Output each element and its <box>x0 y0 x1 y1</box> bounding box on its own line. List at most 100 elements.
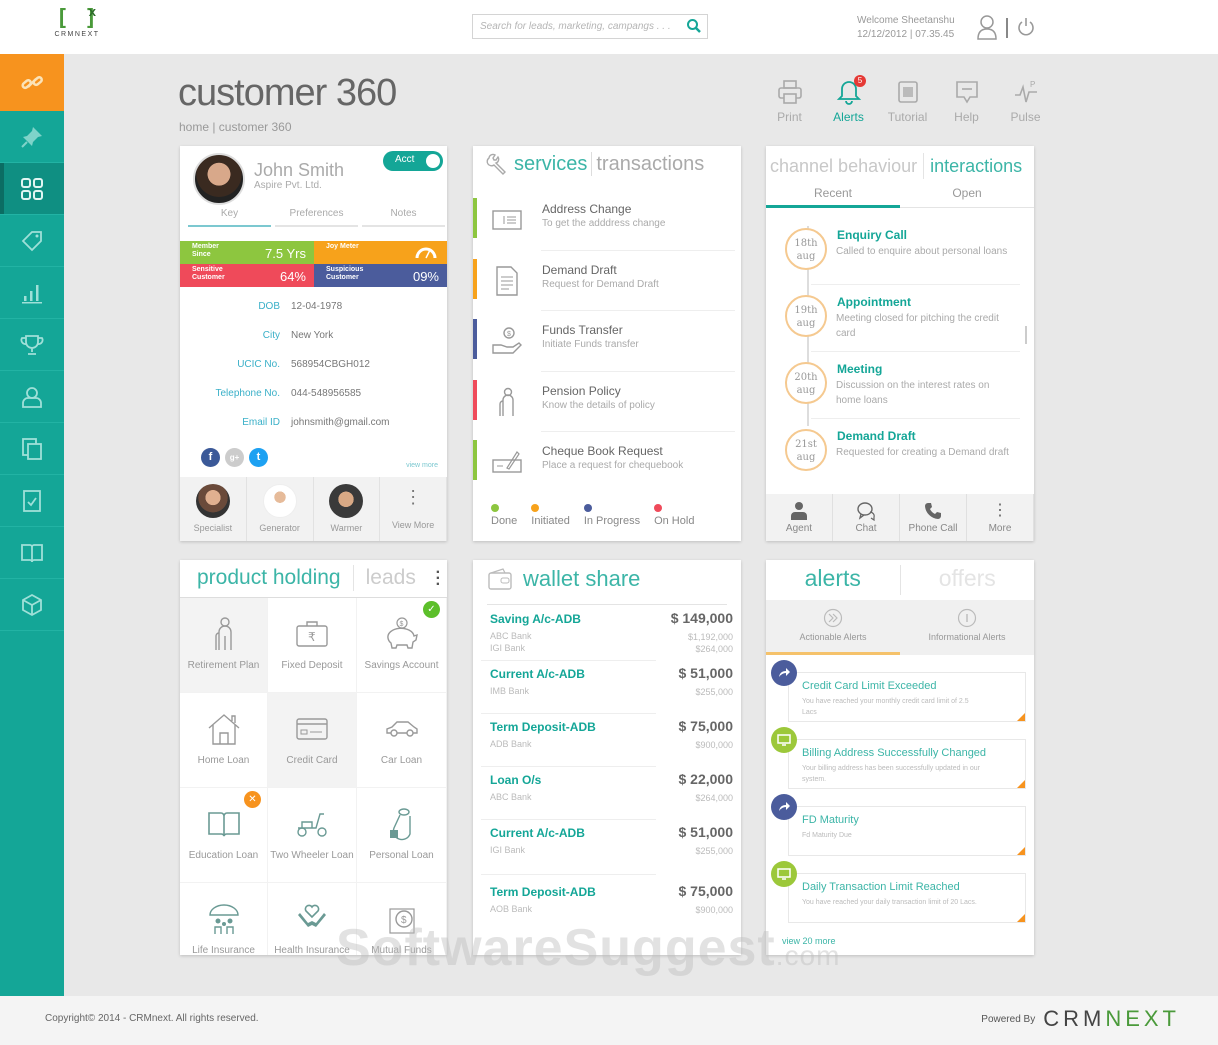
tab-informational-alerts[interactable]: Informational Alerts <box>900 600 1034 655</box>
tab-actionable-alerts[interactable]: Actionable Alerts <box>766 600 900 655</box>
alert-item[interactable]: FD Maturity Fd Maturity Due <box>766 794 1034 861</box>
view-more-alerts-link[interactable]: view 20 more <box>782 936 836 946</box>
timeline-scrollbar[interactable] <box>1025 326 1027 344</box>
contact-generator[interactable]: Generator <box>247 477 314 541</box>
view-more-link[interactable]: view more <box>406 462 438 469</box>
product-fixed-deposit[interactable]: ₹ Fixed Deposit <box>268 598 357 693</box>
timeline-item[interactable]: 19th aug Appointment Meeting closed for p… <box>766 285 1034 352</box>
product-savings-account[interactable]: $ Savings Account ✓ <box>357 598 447 693</box>
product-car-loan[interactable]: Car Loan <box>357 693 447 788</box>
page-footer: Copyright© 2014 - CRMnext. All rights re… <box>0 996 1218 1045</box>
wallet-item[interactable]: Term Deposit-ADB ADB Bank $ 75,000 $900,… <box>481 714 733 767</box>
sidebar-item-products[interactable] <box>0 579 64 631</box>
timeline-item[interactable]: 18th aug Enquiry Call Called to enquire a… <box>766 218 1034 285</box>
account-toggle[interactable]: Acct <box>383 151 443 171</box>
tab-preferences[interactable]: Preferences <box>275 208 358 227</box>
tab-offers[interactable]: offers <box>901 560 1035 600</box>
product-home-loan[interactable]: Home Loan <box>180 693 268 788</box>
sidebar-item-documents[interactable] <box>0 423 64 475</box>
wallet-item[interactable]: Current A/c-ADB IMB Bank $ 51,000 $255,0… <box>481 661 733 714</box>
product-credit-card[interactable]: Credit Card <box>268 693 357 788</box>
service-item[interactable]: $ Funds Transfer Initiate Funds transfer <box>473 311 741 372</box>
product-life-insurance[interactable]: Life Insurance <box>180 883 268 955</box>
tab-product-holding[interactable]: product holding <box>197 566 341 590</box>
product-menu-icon[interactable]: · · · <box>436 565 441 593</box>
search-icon[interactable] <box>686 18 702 34</box>
service-item[interactable]: Cheque Book Request Place a request for … <box>473 432 741 493</box>
stat-suspicious-customer: Suspicious Customer 09% <box>314 264 447 287</box>
alert-item[interactable]: Credit Card Limit Exceeded You have reach… <box>766 660 1034 727</box>
product-health-insurance[interactable]: Health Insurance <box>268 883 357 955</box>
services-card: services transactions Address Change To … <box>473 146 741 541</box>
date-badge: 21st aug <box>785 429 827 471</box>
sidebar-item-contacts[interactable] <box>0 371 64 423</box>
phone-call-button[interactable]: Phone Call <box>900 494 967 541</box>
page-toolbar: Print 5 Alerts Tutorial Help P Pulse <box>760 75 1055 124</box>
product-personal-loan[interactable]: Personal Loan <box>357 788 447 883</box>
sidebar-item-dashboard[interactable] <box>0 163 64 215</box>
help-button[interactable]: Help <box>937 78 996 124</box>
print-button[interactable]: Print <box>760 78 819 124</box>
crmnext-logo[interactable]: [ ] x CRMNEXT <box>50 4 104 38</box>
alerts-button[interactable]: 5 Alerts <box>819 75 878 124</box>
product-education-loan[interactable]: Education Loan ✕ <box>180 788 268 883</box>
timeline-item[interactable]: 21st aug Demand Draft Requested for creat… <box>766 419 1034 486</box>
wallet-item[interactable]: Saving A/c-ADB ABC Bank IGI Bank $ 149,0… <box>481 606 733 661</box>
tab-recent[interactable]: Recent <box>766 186 900 208</box>
sidebar-item-links[interactable] <box>0 54 64 111</box>
product-mutual-funds[interactable]: $ Mutual Funds <box>357 883 447 955</box>
facebook-icon[interactable]: f <box>201 448 220 467</box>
user-profile-icon[interactable] <box>976 14 998 40</box>
services-header: services transactions <box>485 152 704 176</box>
product-two-wheeler-loan[interactable]: Two Wheeler Loan <box>268 788 357 883</box>
service-item[interactable]: Demand Draft Request for Demand Draft <box>473 251 741 311</box>
copyright-text: Copyright© 2014 - CRMnext. All rights re… <box>45 1013 259 1024</box>
alerts-card: alerts offers Actionable Alerts Informat… <box>766 560 1034 955</box>
breadcrumb[interactable]: home | customer 360 <box>179 120 292 134</box>
gauge-icon <box>415 247 437 259</box>
service-item[interactable]: Pension Policy Know the details of polic… <box>473 372 741 432</box>
wallet-item[interactable]: Current A/c-ADB IGI Bank $ 51,000 $255,0… <box>481 820 733 875</box>
sidebar-item-pins[interactable] <box>0 111 64 163</box>
chat-icon <box>857 502 875 521</box>
pulse-button[interactable]: P Pulse <box>996 78 1055 124</box>
alert-item[interactable]: Daily Transaction Limit Reached You have … <box>766 861 1034 928</box>
twitter-icon[interactable]: t <box>249 448 268 467</box>
bar-chart-icon <box>22 284 42 303</box>
tab-open[interactable]: Open <box>900 186 1034 208</box>
sidebar-item-knowledge[interactable] <box>0 527 64 579</box>
detail-row-telephone: Telephone No. 044-548956585 <box>215 388 362 399</box>
tab-interactions[interactable]: interactions <box>930 156 1022 177</box>
chat-button[interactable]: Chat <box>833 494 900 541</box>
sidebar-item-achievements[interactable] <box>0 319 64 371</box>
sidebar-item-tasks[interactable] <box>0 475 64 527</box>
tab-transactions[interactable]: transactions <box>596 153 704 176</box>
agent-button[interactable]: Agent <box>766 494 833 541</box>
power-icon[interactable] <box>1016 16 1036 38</box>
car-icon <box>385 721 418 737</box>
tab-services[interactable]: services <box>514 153 587 176</box>
tab-channel-behaviour[interactable]: channel behaviour <box>770 156 917 177</box>
link-icon <box>21 75 43 89</box>
sidebar-item-tags[interactable] <box>0 215 64 267</box>
sidebar-item-reports[interactable] <box>0 267 64 319</box>
tab-key[interactable]: Key <box>188 208 271 227</box>
wallet-item[interactable]: Term Deposit-ADB AOB Bank $ 75,000 $900,… <box>481 875 733 930</box>
contact-view-more[interactable]: ⋮ View More <box>380 477 447 541</box>
service-item[interactable]: Address Change To get the adddress chang… <box>473 190 741 251</box>
contact-specialist[interactable]: Specialist <box>180 477 247 541</box>
google-plus-icon[interactable]: g+ <box>225 448 244 467</box>
tab-leads[interactable]: leads <box>366 566 416 590</box>
timeline-item[interactable]: 20th aug Meeting Discussion on the intere… <box>766 352 1034 419</box>
tutorial-button[interactable]: Tutorial <box>878 78 937 124</box>
generator-avatar <box>262 484 297 518</box>
alert-item[interactable]: Billing Address Successfully Changed Your… <box>766 727 1034 794</box>
tab-notes[interactable]: Notes <box>362 208 445 227</box>
wallet-item[interactable]: Loan O/s ABC Bank $ 22,000 $264,000 <box>481 767 733 820</box>
search-input[interactable] <box>473 15 683 38</box>
more-button[interactable]: ⋮ More <box>967 494 1034 541</box>
product-retirement-plan[interactable]: Retirement Plan <box>180 598 268 693</box>
date-badge: 18th aug <box>785 228 827 270</box>
contact-warmer[interactable]: Warmer <box>314 477 381 541</box>
tab-alerts[interactable]: alerts <box>766 560 900 600</box>
